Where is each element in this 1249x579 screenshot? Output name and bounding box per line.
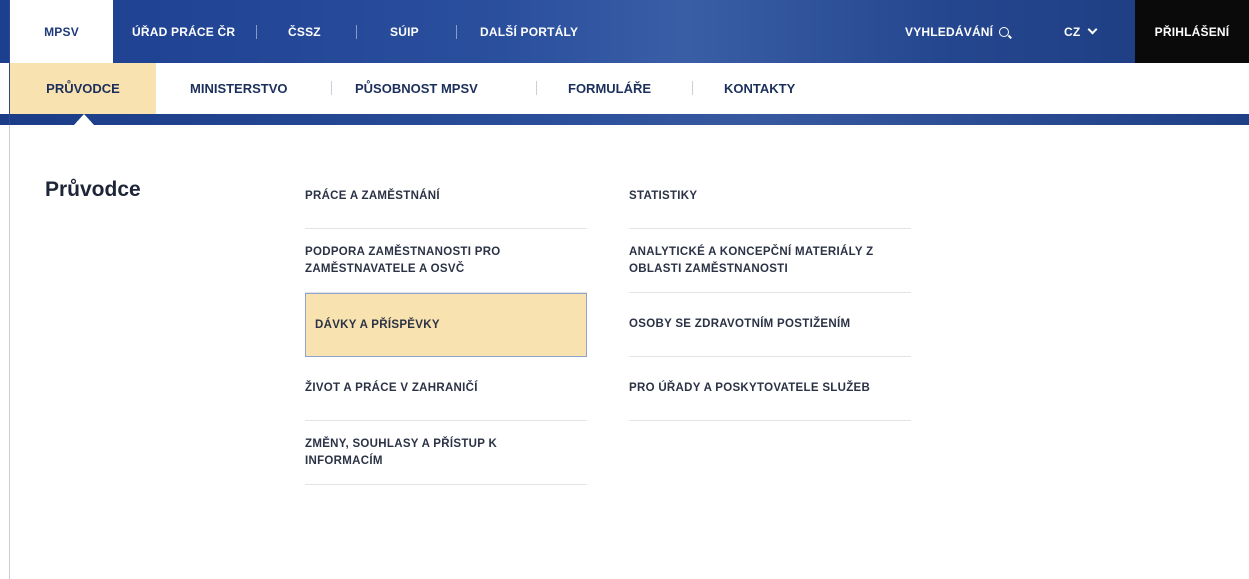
- menu-item-label: PODPORA ZAMĚSTNANOSTI PRO ZAMĚSTNAVATELE…: [305, 245, 501, 275]
- left-border: [9, 125, 10, 579]
- nav-item-pusobnost[interactable]: PŮSOBNOST MPSV: [355, 63, 478, 114]
- nav-item-ministerstvo[interactable]: MINISTERSTVO: [190, 63, 288, 114]
- menu-item-label: PRÁCE A ZAMĚSTNÁNÍ: [305, 190, 440, 202]
- menu-item-podpora-zamestnanosti[interactable]: PODPORA ZAMĚSTNANOSTI PRO ZAMĚSTNAVATELE…: [305, 229, 587, 293]
- menu-item-prace-a-zamestnani[interactable]: PRÁCE A ZAMĚSTNÁNÍ: [305, 165, 587, 229]
- nav-item-kontakty[interactable]: KONTAKTY: [724, 63, 795, 114]
- language-selector[interactable]: CZ: [1064, 0, 1098, 63]
- menu-item-label: STATISTIKY: [629, 190, 698, 202]
- menu-item-osoby-se-zdravotnim-postizenim[interactable]: OSOBY SE ZDRAVOTNÍM POSTIŽENÍM: [629, 293, 911, 357]
- topbar-separator: [456, 25, 457, 39]
- mpsv-link[interactable]: MPSV: [10, 0, 113, 63]
- active-indicator-notch: [74, 114, 94, 125]
- login-button[interactable]: PŘIHLÁŠENÍ: [1135, 0, 1249, 63]
- menu-item-label: OSOBY SE ZDRAVOTNÍM POSTIŽENÍM: [629, 318, 851, 330]
- search-label: VYHLEDÁVÁNÍ: [905, 24, 994, 39]
- menu-item-label: ANALYTICKÉ A KONCEPČNÍ MATERIÁLY Z OBLAS…: [629, 245, 874, 275]
- main-nav: PRŮVODCE MINISTERSTVO PŮSOBNOST MPSV FOR…: [0, 63, 1249, 114]
- topbar-separator: [256, 25, 257, 39]
- top-bar: MPSV ÚŘAD PRÁCE ČR ČSSZ SÚIP DALŠÍ PORTÁ…: [0, 0, 1249, 63]
- menu-item-label: ZMĚNY, SOUHLASY A PŘÍSTUP K INFORMACÍM: [305, 437, 498, 467]
- nav-separator: [331, 81, 332, 95]
- left-border: [9, 0, 10, 125]
- menu-item-zmeny-souhlasy[interactable]: ZMĚNY, SOUHLASY A PŘÍSTUP K INFORMACÍM: [305, 421, 587, 485]
- menu-item-label: DÁVKY A PŘÍSPĚVKY: [315, 318, 440, 331]
- menu-item-statistiky[interactable]: STATISTIKY: [629, 165, 911, 229]
- nav-item-pruvodce[interactable]: PRŮVODCE: [10, 63, 156, 114]
- suip-link[interactable]: SÚIP: [390, 0, 419, 63]
- page-title: Průvodce: [45, 178, 141, 201]
- cssz-link[interactable]: ČSSZ: [288, 0, 321, 63]
- search-icon: [999, 26, 1010, 37]
- language-label: CZ: [1064, 24, 1081, 39]
- menu-item-zivot-a-prace-v-zahranici[interactable]: ŽIVOT A PRÁCE V ZAHRANIČÍ: [305, 357, 587, 421]
- topbar-separator: [356, 25, 357, 39]
- menu-item-pro-urady[interactable]: PRO ÚŘADY A POSKYTOVATELE SLUŽEB: [629, 357, 911, 421]
- menu-item-analyticke-materialy[interactable]: ANALYTICKÉ A KONCEPČNÍ MATERIÁLY Z OBLAS…: [629, 229, 911, 293]
- urad-prace-link[interactable]: ÚŘAD PRÁCE ČR: [132, 0, 235, 63]
- search-button[interactable]: VYHLEDÁVÁNÍ: [905, 0, 1010, 63]
- nav-item-formulare[interactable]: FORMULÁŘE: [568, 63, 651, 114]
- header-band: [0, 114, 1249, 125]
- menu-item-davky-a-prispevky[interactable]: DÁVKY A PŘÍSPĚVKY: [305, 293, 587, 357]
- chevron-down-icon: [1087, 24, 1098, 35]
- dalsi-portaly-link[interactable]: DALŠÍ PORTÁLY: [480, 0, 578, 63]
- menu-item-label: PRO ÚŘADY A POSKYTOVATELE SLUŽEB: [629, 382, 871, 394]
- menu-item-label: ŽIVOT A PRÁCE V ZAHRANIČÍ: [305, 382, 478, 394]
- menu-column-1: PRÁCE A ZAMĚSTNÁNÍ PODPORA ZAMĚSTNANOSTI…: [305, 165, 587, 485]
- menu-column-2: STATISTIKY ANALYTICKÉ A KONCEPČNÍ MATERI…: [629, 165, 911, 421]
- nav-separator: [692, 81, 693, 95]
- nav-separator: [536, 81, 537, 95]
